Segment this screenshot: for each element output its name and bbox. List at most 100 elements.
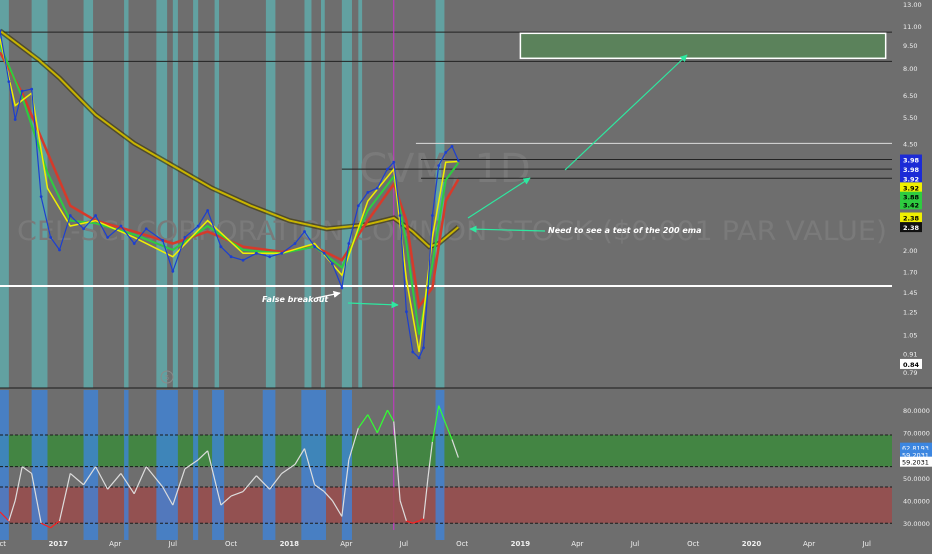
price-tick-label: 0.91 <box>903 350 917 358</box>
price-point <box>254 251 258 255</box>
highlight-band <box>156 0 168 388</box>
rsi-tick-label: 30.0000 <box>903 520 930 528</box>
chart-background <box>0 0 932 550</box>
price-tick-label: 1.70 <box>903 268 917 276</box>
time-tick-label: Apr <box>340 540 352 548</box>
time-tick-label: Jul <box>168 540 178 548</box>
ema-test-label: Need to see a test of the 200 ema <box>548 226 702 235</box>
price-tick-label: 0.79 <box>903 369 917 377</box>
rsi-highlight-band <box>193 390 199 540</box>
price-point <box>39 195 43 199</box>
price-point <box>219 245 223 249</box>
price-point <box>405 310 408 314</box>
rsi-axis-labels: 62.819359.203159.2031 <box>900 442 932 467</box>
price-tick-label: 1.05 <box>903 332 917 340</box>
price-tag-label: 3.42 <box>903 201 919 209</box>
time-tick-label: 2020 <box>742 540 762 548</box>
highlight-band <box>193 0 199 388</box>
price-point <box>49 236 53 239</box>
time-tick-label: Jul <box>399 540 409 548</box>
price-point <box>58 248 61 252</box>
price-tick-label: 6.50 <box>903 92 917 100</box>
price-point <box>280 251 284 255</box>
price-point <box>161 239 165 242</box>
price-point <box>444 151 448 154</box>
highlight-band <box>214 0 220 388</box>
price-tag-label: 2.38 <box>903 215 920 223</box>
time-tick-label: 2018 <box>280 540 300 548</box>
price-point <box>322 251 326 255</box>
price-tick-label: 13.00 <box>903 1 922 9</box>
price-point <box>144 227 148 231</box>
rsi-highlight-band <box>212 390 225 540</box>
time-tick-label: Apr <box>803 540 815 548</box>
price-point <box>430 214 434 217</box>
highlight-band <box>124 0 129 388</box>
price-point <box>106 236 110 239</box>
price-tag-label: 3.98 <box>903 166 920 174</box>
target-zone-rect[interactable] <box>519 32 887 60</box>
rsi-highlight-band <box>301 390 327 540</box>
price-point <box>196 224 200 228</box>
price-point <box>229 255 233 259</box>
price-point <box>303 230 306 233</box>
price-point <box>206 209 210 212</box>
price-point <box>13 118 17 121</box>
highlight-band <box>172 0 178 388</box>
time-tick-label: Oct <box>0 540 6 548</box>
highlight-band <box>320 0 325 388</box>
time-tick-label: 2017 <box>49 540 69 548</box>
rsi-value-label: 59.2031 <box>902 459 929 467</box>
price-point <box>340 286 344 290</box>
rsi-tick-label: 50.0000 <box>903 475 930 483</box>
price-point <box>422 346 425 350</box>
rsi-highlight-band <box>262 390 276 540</box>
rsi-highlight-band <box>0 390 9 540</box>
price-tick-label: 1.25 <box>903 309 917 317</box>
price-point <box>171 269 175 273</box>
price-point <box>68 214 72 217</box>
rsi-highlight-band <box>156 390 178 540</box>
highlight-band <box>265 0 276 388</box>
price-point <box>392 160 396 164</box>
price-tag-label: 0.84 <box>903 361 920 369</box>
price-point <box>347 242 351 245</box>
rsi-tick-label: 80.0000 <box>903 407 930 415</box>
target-box <box>519 32 887 60</box>
time-tick-label: Oct <box>456 540 468 548</box>
price-point <box>426 286 430 290</box>
price-point <box>356 204 360 208</box>
price-point <box>132 242 136 245</box>
price-point <box>456 159 460 162</box>
highlight-band <box>358 0 363 388</box>
time-tick-label: 2019 <box>511 540 531 548</box>
price-tick-label: 8.00 <box>903 65 917 73</box>
time-tick-label: Jul <box>630 540 640 548</box>
price-tag-label: 3.92 <box>903 175 919 183</box>
price-point <box>375 186 379 190</box>
price-point <box>450 144 454 148</box>
chart-workspace: CVM, 1D CEL-SCI CORPORATION COMMON STOCK… <box>0 0 932 550</box>
price-tick-label: 11.00 <box>903 23 922 31</box>
price-point <box>398 214 402 217</box>
highlight-band <box>304 0 312 388</box>
rsi-highlight-band <box>83 390 99 540</box>
price-point <box>82 227 85 231</box>
price-tick-label: 2.00 <box>903 247 917 255</box>
price-point <box>119 224 123 228</box>
price-tag-label: 3.92 <box>903 184 919 192</box>
price-point <box>366 190 370 194</box>
chart-canvas: CVM, 1D CEL-SCI CORPORATION COMMON STOCK… <box>0 0 932 550</box>
rsi-tick-label: 70.0000 <box>903 430 930 438</box>
price-tick-label: 9.50 <box>903 42 917 50</box>
rsi-highlight-band <box>124 390 129 540</box>
price-point <box>330 262 334 266</box>
price-point <box>411 350 415 354</box>
price-point <box>241 258 245 262</box>
price-point <box>417 356 421 360</box>
time-tick-label: Apr <box>571 540 583 548</box>
time-tick-label: Oct <box>225 540 237 548</box>
price-tick-label: 4.50 <box>903 140 917 148</box>
price-tick-label: 5.50 <box>903 114 917 122</box>
price-point <box>183 236 187 239</box>
